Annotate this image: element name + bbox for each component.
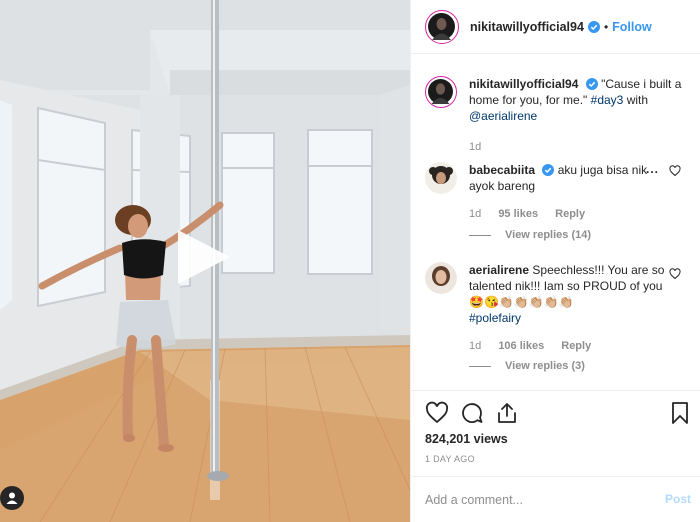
replies-divider [469, 234, 491, 236]
view-replies-label: View replies (14) [505, 229, 592, 241]
comment-item: babecabiita aku juga bisa nik ayok baren… [425, 162, 691, 252]
caption-username[interactable]: nikitawillyofficial94 [469, 77, 578, 91]
reply-button[interactable]: Reply [561, 340, 591, 352]
view-replies-button[interactable]: View replies (14) [469, 229, 591, 241]
header-user-block: nikitawillyofficial94 • Follow [470, 20, 652, 34]
caption-meta: 1d [469, 141, 495, 153]
caption-mention[interactable]: @aerialirene [469, 109, 537, 123]
post-comment-button[interactable]: Post [665, 492, 691, 506]
bookmark-icon[interactable] [670, 401, 690, 425]
reply-button[interactable]: Reply [555, 208, 585, 220]
caption-hashtag[interactable]: #day3 [591, 93, 624, 107]
share-icon[interactable] [495, 401, 519, 425]
verified-badge-icon [587, 20, 600, 33]
add-comment-bar: Post [411, 476, 700, 522]
avatar-image [425, 162, 457, 194]
author-username[interactable]: nikitawillyofficial94 [470, 20, 584, 34]
comments-list[interactable]: nikitawillyofficial94 "Cause i built a h… [411, 55, 700, 390]
heart-icon[interactable] [669, 268, 681, 280]
comment-username[interactable]: aerialirene [469, 263, 529, 277]
follow-button[interactable]: Follow [612, 20, 652, 34]
caption-with: with [626, 93, 649, 107]
comment-meta: 1d 106 likes Reply [469, 340, 605, 352]
comment-input[interactable] [425, 491, 645, 509]
post-header: nikitawillyofficial94 • Follow [411, 0, 700, 54]
comment-time[interactable]: 1d [469, 340, 481, 352]
comment-body-line2: ayok bareng [469, 179, 536, 193]
heart-icon[interactable] [669, 165, 681, 177]
verified-badge-icon [585, 78, 598, 90]
avatar-image [428, 12, 455, 40]
play-icon [178, 230, 230, 284]
caption-time[interactable]: 1d [469, 141, 481, 153]
replies-divider [469, 365, 491, 367]
post-timestamp[interactable]: 1 DAY AGO [425, 454, 475, 464]
avatar-image [428, 79, 453, 104]
view-replies-button[interactable]: View replies (3) [469, 360, 585, 372]
comment-username[interactable]: babecabiita [469, 163, 535, 177]
view-replies-label: View replies (3) [505, 360, 585, 372]
author-avatar[interactable] [425, 9, 459, 44]
comment-text: aerialirene Speechless!!! You are so tal… [469, 262, 665, 326]
more-options-icon[interactable]: ... [646, 162, 659, 176]
post-video[interactable] [0, 0, 410, 522]
comment-likes[interactable]: 106 likes [498, 340, 544, 352]
user-tag-icon [6, 492, 18, 504]
separator-dot: • [603, 19, 609, 34]
verified-badge-icon [542, 164, 555, 176]
comment-time[interactable]: 1d [469, 208, 481, 220]
comment-meta: 1d 95 likes Reply [469, 208, 599, 220]
comment-hashtag[interactable]: #polefairy [469, 311, 521, 325]
avatar-image [425, 262, 457, 294]
caption-avatar[interactable] [425, 76, 457, 108]
post-actions: 824,201 views 1 DAY AGO Post [411, 390, 700, 522]
comment-avatar[interactable] [425, 162, 457, 194]
comment-avatar[interactable] [425, 262, 457, 294]
view-count[interactable]: 824,201 views [425, 432, 508, 446]
comment-body: aku juga bisa nik [557, 163, 648, 177]
comment-item: aerialirene Speechless!!! You are so tal… [425, 262, 691, 382]
post-side-panel: nikitawillyofficial94 • Follow nikitawil… [410, 0, 700, 522]
play-button[interactable] [172, 228, 234, 286]
user-tag-button[interactable] [0, 486, 24, 510]
comment-icon[interactable] [460, 401, 484, 425]
like-heart-icon[interactable] [425, 401, 449, 425]
caption-text: nikitawillyofficial94 "Cause i built a h… [469, 76, 691, 124]
comment-text: babecabiita aku juga bisa nik ayok baren… [469, 162, 665, 194]
comment-likes[interactable]: 95 likes [498, 208, 538, 220]
